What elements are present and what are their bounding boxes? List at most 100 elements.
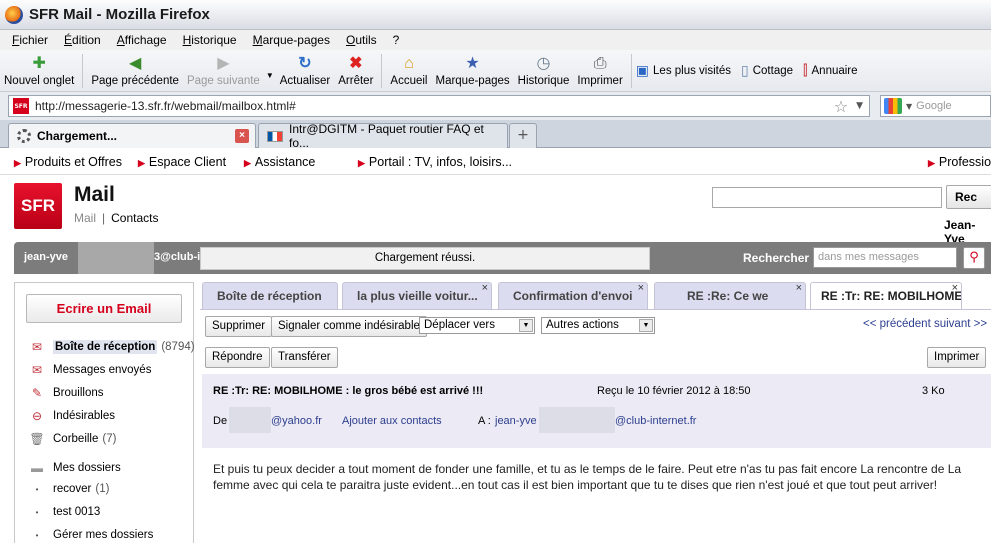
forward-button[interactable]: ▶ Page suivante: [183, 51, 264, 91]
menu-marque-pages[interactable]: Marque-pages: [245, 33, 338, 47]
manage-folders-link[interactable]: • Gérer mes dossiers: [27, 529, 154, 541]
sent-mail-icon: ✉: [31, 363, 43, 377]
nav-espace-client[interactable]: ▶ Espace Client: [138, 155, 226, 169]
folder-test-0013[interactable]: • test 0013: [27, 506, 101, 518]
search-icon[interactable]: ⚲: [963, 247, 985, 269]
redacted-block: [78, 242, 154, 274]
home-button[interactable]: ⌂ Accueil: [386, 51, 431, 91]
menu-help[interactable]: ?: [385, 33, 408, 47]
close-tab-icon[interactable]: ×: [952, 283, 958, 302]
close-tab-icon[interactable]: ×: [796, 283, 802, 302]
mail-tab-confirmation[interactable]: Confirmation d'envoi ×: [498, 282, 648, 309]
browser-tab-loading[interactable]: Chargement... ×: [8, 123, 256, 148]
message-search-input[interactable]: dans mes messages: [813, 247, 957, 268]
bookmarks-button[interactable]: ★ Marque-pages: [431, 51, 513, 91]
close-tab-icon[interactable]: ×: [638, 283, 644, 302]
folder-recover[interactable]: • recover (1): [27, 483, 110, 495]
toolbar-separator: [630, 54, 632, 88]
history-button[interactable]: ◷ Historique: [514, 51, 574, 91]
mail-tab-voiture[interactable]: la plus vieille voitur... ×: [342, 282, 492, 309]
search-engine-dropdown-icon[interactable]: ▼: [906, 102, 912, 111]
reload-button[interactable]: ↻ Actualiser: [276, 51, 335, 91]
forward-dropdown[interactable]: ▼: [264, 51, 276, 91]
nav-assistance[interactable]: ▶ Assistance: [244, 155, 315, 169]
page-icon: ▯: [741, 62, 749, 78]
mail-tab-mobilhome[interactable]: RE :Tr: RE: MOBILHOME ×: [810, 282, 962, 310]
menu-fichier[interactable]: Fichier: [4, 33, 56, 47]
stop-button[interactable]: ✖ Arrêter: [334, 51, 377, 91]
menu-affichage[interactable]: Affichage: [109, 33, 175, 47]
from-address[interactable]: @yahoo.fr: [271, 415, 322, 427]
bookmark-annuaire[interactable]: ⫿ Annuaire: [803, 62, 858, 91]
webpage: ▶ Produits et Offres ▶ Espace Client ▶ Assi…: [0, 149, 991, 543]
nav-profession[interactable]: ▶Profession: [928, 155, 991, 169]
subnav-mail[interactable]: Mail: [74, 211, 96, 225]
nav-portail[interactable]: ▶ Portail : TV, infos, loisirs...: [358, 155, 512, 169]
to-address-domain[interactable]: @club-internet.fr: [615, 415, 696, 427]
back-arrow-icon: ◀: [128, 55, 142, 72]
to-address-prefix[interactable]: jean-yve: [495, 415, 537, 427]
new-tab-plus-icon[interactable]: +: [509, 123, 537, 148]
bookmark-most-visited[interactable]: ▣ Les plus visités: [636, 62, 731, 91]
forward-arrow-icon: ▶: [217, 55, 230, 72]
compose-button[interactable]: Ecrire un Email: [26, 294, 182, 323]
url-input[interactable]: SFR http://messagerie-13.sfr.fr/webmail/…: [8, 95, 870, 117]
menu-historique[interactable]: Historique: [175, 33, 245, 47]
close-tab-icon[interactable]: ×: [482, 283, 488, 302]
mail-tab-ce-we[interactable]: RE :Re: Ce we ×: [654, 282, 806, 309]
bookmark-cottage[interactable]: ▯ Cottage: [741, 62, 793, 91]
window-title: SFR Mail - Mozilla Firefox: [29, 6, 210, 23]
menu-outils[interactable]: Outils: [338, 33, 385, 47]
print-button[interactable]: ⎙ Imprimer: [573, 51, 626, 91]
reload-icon: ↻: [298, 55, 312, 72]
nav-produits[interactable]: ▶ Produits et Offres: [14, 155, 122, 169]
portal-nav: ▶ Produits et Offres ▶ Espace Client ▶ Assi…: [0, 149, 991, 175]
home-icon: ⌂: [404, 55, 414, 72]
sfr-logo[interactable]: SFR: [14, 183, 62, 229]
browser-tab-intradgitm[interactable]: Intr@DGITM - Paquet routier FAQ et fo...: [258, 122, 508, 150]
url-dropdown-icon[interactable]: ▼: [856, 101, 863, 111]
mail-tab-inbox[interactable]: Boîte de réception: [202, 282, 338, 309]
new-tab-button[interactable]: ✚ Nouvel onglet: [0, 51, 78, 91]
close-tab-icon[interactable]: ×: [235, 129, 249, 143]
top-search-button[interactable]: Rec: [946, 185, 991, 209]
folder-spam[interactable]: ⊖ Indésirables: [27, 409, 115, 423]
account-suffix: 3@club-i: [154, 251, 201, 263]
message-pager[interactable]: << précédent suivant >>: [863, 318, 987, 330]
printer-icon: ⎙: [593, 55, 607, 72]
bullet-icon: •: [35, 484, 39, 494]
delete-button[interactable]: Supprimer: [205, 316, 273, 337]
report-spam-button[interactable]: Signaler comme indésirable: [271, 316, 427, 337]
app-subnav: Mail | Contacts: [74, 211, 159, 225]
folder-drafts[interactable]: ✎ Brouillons: [27, 386, 104, 400]
folder-sidebar: Ecrire un Email ✉ Boîte de réception (87…: [14, 282, 195, 543]
back-button[interactable]: ◀ Page précédente: [87, 51, 183, 91]
account-prefix: jean-yve: [24, 251, 69, 263]
other-actions-select[interactable]: Autres actions ▼: [541, 317, 655, 334]
print-message-button[interactable]: Imprimer: [927, 347, 987, 368]
chevron-down-icon: ▼: [639, 319, 653, 332]
google-icon[interactable]: [884, 98, 902, 114]
search-engine-box[interactable]: ▼ Google: [880, 95, 991, 117]
to-label: A :: [478, 415, 491, 427]
forward-button[interactable]: Transférer: [271, 347, 338, 368]
message-body: Et puis tu peux decider a tout moment de…: [213, 462, 962, 492]
subnav-contacts[interactable]: Contacts: [111, 211, 158, 225]
bookmark-star-icon[interactable]: ☆: [834, 97, 848, 116]
move-to-select[interactable]: Déplacer vers ▼: [419, 317, 535, 334]
add-to-contacts-link[interactable]: Ajouter aux contacts: [342, 415, 442, 427]
bookmark-star-icon: ★: [465, 55, 480, 72]
window-titlebar: SFR Mail - Mozilla Firefox: [0, 0, 991, 30]
folder-sent[interactable]: ✉ Messages envoyés: [27, 363, 151, 377]
folder-my-folders[interactable]: ▬ Mes dossiers: [27, 461, 121, 475]
browser-tab-strip: Chargement... × Intr@DGITM - Paquet rout…: [0, 120, 991, 150]
folder-icon: ▣: [635, 62, 650, 78]
folder-trash[interactable]: 🗑 Corbeille (7): [27, 432, 116, 446]
menu-edition[interactable]: Édition: [56, 33, 109, 47]
folder-inbox[interactable]: ✉ Boîte de réception (8794): [27, 340, 195, 354]
chevron-down-icon: ▼: [519, 319, 533, 332]
reply-button[interactable]: Répondre: [205, 347, 270, 368]
from-label: De: [213, 415, 228, 427]
message-received-date: Reçu le 10 février 2012 à 18:50: [597, 385, 751, 397]
top-search-input[interactable]: [712, 187, 942, 208]
